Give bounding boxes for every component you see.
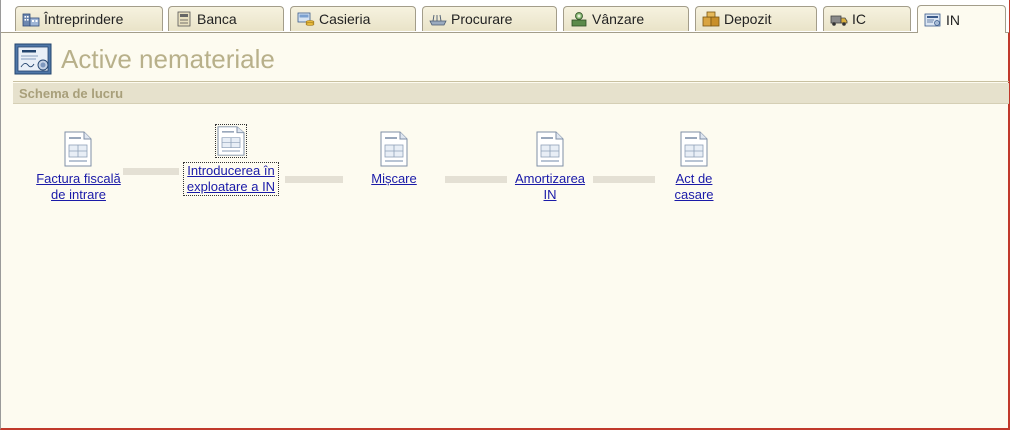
tab-label: Depozit: [724, 11, 772, 27]
workflow-link-amortizarea-in[interactable]: Amortizarea IN: [509, 171, 591, 203]
tab-label: Întreprindere: [44, 11, 124, 27]
link-line-1: Amortizarea: [514, 171, 586, 186]
truck-icon: [830, 15, 848, 26]
sales-icon: [571, 12, 587, 27]
tab-label: IN: [946, 11, 960, 28]
document-icon[interactable]: [536, 131, 564, 167]
cashier-icon: [297, 12, 315, 26]
section-header: Schema de lucru: [13, 83, 1009, 104]
warehouse-icon: [702, 11, 720, 27]
tab-label: Banca: [197, 11, 237, 27]
document-icon[interactable]: [215, 124, 247, 158]
document-icon[interactable]: [680, 131, 708, 167]
tab-depozit[interactable]: Depozit: [695, 6, 817, 31]
link-line-1: Introducerea în: [187, 163, 275, 178]
workflow-link-miscare[interactable]: Mișcare: [353, 171, 435, 187]
bank-icon: [177, 11, 191, 27]
header-divider: [13, 81, 1009, 82]
link-line-2: casare: [674, 187, 714, 202]
intangible-assets-icon: [924, 13, 941, 26]
tab-label: IC: [852, 11, 866, 27]
tab-ic[interactable]: IC: [823, 6, 911, 31]
procurement-icon: [429, 14, 447, 26]
workflow-link-act-de-casare[interactable]: Act de casare: [654, 171, 734, 203]
tab-label: Vânzare: [592, 11, 645, 27]
link-line-1: Factura fiscală: [36, 171, 121, 186]
tab-procurare[interactable]: Procurare: [422, 6, 557, 31]
intangible-assets-icon: [14, 43, 52, 75]
enterprise-icon: [22, 13, 40, 27]
link-line-1: Act de: [675, 171, 713, 186]
tab-vanzare[interactable]: Vânzare: [563, 6, 689, 31]
tab-banca[interactable]: Banca: [168, 6, 284, 31]
link-line-2: de intrare: [51, 187, 106, 202]
document-icon[interactable]: [380, 131, 408, 167]
workflow-connector: [285, 176, 343, 183]
workflow-connector: [593, 176, 655, 183]
link-line-1: Mișcare: [371, 171, 417, 186]
tab-intreprindere[interactable]: Întreprindere: [15, 6, 163, 31]
module-tab-strip: Întreprindere Banca Casieria Procurare V…: [1, 0, 1009, 33]
app-window: Întreprindere Banca Casieria Procurare V…: [0, 0, 1010, 430]
tab-in[interactable]: IN: [917, 5, 1006, 33]
link-line-2: IN: [543, 187, 557, 202]
workflow-link-introducerea-in-exploatare[interactable]: Introducerea în exploatare a IN: [183, 162, 279, 196]
tab-label: Casieria: [319, 11, 371, 27]
tab-label: Procurare: [451, 11, 513, 27]
workflow-connector: [123, 168, 179, 175]
tab-casieria[interactable]: Casieria: [290, 6, 416, 31]
workflow-link-factura-fiscala[interactable]: Factura fiscală de intrare: [31, 171, 126, 203]
page-title: Active nemateriale: [61, 44, 275, 74]
link-line-2: exploatare a IN: [186, 179, 276, 194]
document-icon[interactable]: [64, 131, 92, 167]
section-title: Schema de lucru: [19, 86, 124, 101]
workflow-connector: [445, 176, 507, 183]
